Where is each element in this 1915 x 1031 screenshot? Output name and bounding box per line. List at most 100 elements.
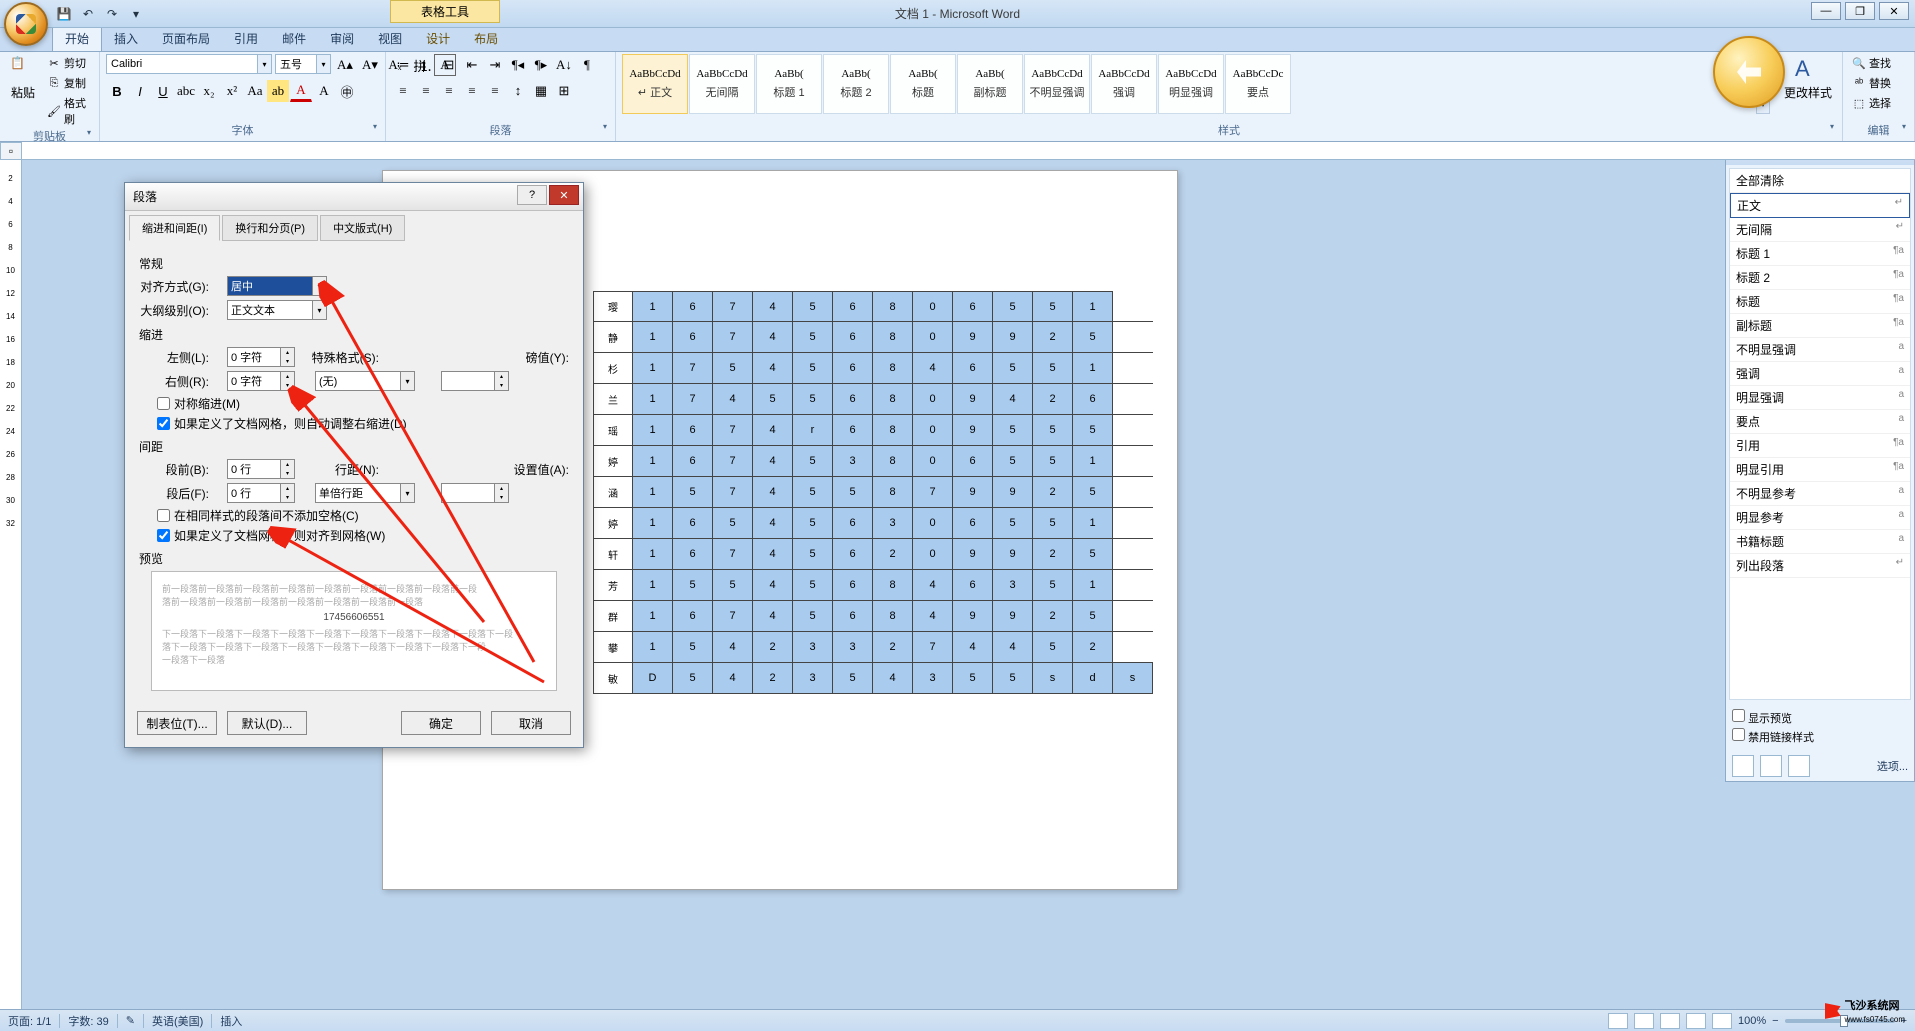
outline-level-combo[interactable]: ▾ (227, 300, 327, 320)
table-row[interactable]: 婷167453806551 (593, 446, 1153, 477)
sort-button[interactable]: A↓ (553, 54, 575, 76)
assistant-orb-icon[interactable] (1713, 36, 1785, 108)
strikethrough-button[interactable]: abc (175, 80, 197, 102)
full-screen-view-button[interactable] (1634, 1013, 1654, 1029)
style-list-item[interactable]: 全部清除 (1730, 169, 1910, 193)
style-list-item[interactable]: 引用¶a (1730, 434, 1910, 458)
chevron-down-icon[interactable]: ▾ (401, 483, 415, 503)
status-word-count[interactable]: 字数: 39 (68, 1013, 108, 1029)
style-list-item[interactable]: 明显强调a (1730, 386, 1910, 410)
table-row[interactable]: 瑶1674r6809555 (593, 415, 1153, 446)
outline-view-button[interactable] (1686, 1013, 1706, 1029)
table-row[interactable]: 敏D542354355sds (593, 663, 1153, 694)
chevron-down-icon[interactable]: ▾ (313, 276, 327, 296)
set-default-button[interactable]: 默认(D)... (227, 711, 307, 735)
style-gallery-item[interactable]: AaBbCcDd无间隔 (689, 54, 755, 114)
grow-font-button[interactable]: A▴ (334, 54, 356, 76)
font-group-label[interactable]: 字体 (106, 122, 379, 139)
character-shading-button[interactable]: A (313, 80, 335, 102)
office-button[interactable] (4, 2, 48, 46)
style-list-item[interactable]: 正文↵ (1730, 193, 1910, 218)
editing-group-label[interactable]: 编辑 (1849, 122, 1908, 139)
ribbon-tab-4[interactable]: 邮件 (270, 26, 318, 51)
superscript-button[interactable]: x² (221, 80, 243, 102)
qat-save-icon[interactable]: 💾 (54, 4, 74, 24)
style-inspector-button[interactable] (1760, 755, 1782, 777)
table-row[interactable]: 轩167456209925 (593, 539, 1153, 570)
styles-group-label[interactable]: 样式 (622, 122, 1836, 139)
line-spacing-button[interactable]: ↕ (507, 80, 529, 102)
chevron-down-icon[interactable]: ▾ (317, 54, 331, 74)
style-list-item[interactable]: 标题 2¶a (1730, 266, 1910, 290)
style-list-item[interactable]: 明显引用¶a (1730, 458, 1910, 482)
style-list-item[interactable]: 列出段落↵ (1730, 554, 1910, 578)
table-row[interactable]: 兰174556809426 (593, 384, 1153, 415)
table-row[interactable]: 婷165456306551 (593, 508, 1153, 539)
increase-indent-button[interactable]: ⇥ (484, 54, 506, 76)
dialog-close-button[interactable]: ✕ (549, 185, 579, 205)
zoom-in-button[interactable]: + (1901, 1015, 1907, 1027)
underline-button[interactable]: U (152, 80, 174, 102)
align-left-button[interactable]: ≡ (392, 80, 414, 102)
space-after-spinner[interactable]: ▴▾ (227, 483, 295, 503)
borders-button[interactable]: ⊞ (553, 80, 575, 102)
ribbon-tab-3[interactable]: 引用 (222, 26, 270, 51)
special-format-combo[interactable]: ▾ (315, 371, 415, 391)
styles-pane-dropdown[interactable]: ▾ (1824, 160, 1830, 161)
paste-button[interactable]: 📋 粘贴 (6, 54, 40, 103)
ribbon-tab-0[interactable]: 开始 (52, 25, 102, 51)
style-list-item[interactable]: 无间隔↵ (1730, 218, 1910, 242)
draft-view-button[interactable] (1712, 1013, 1732, 1029)
style-list-item[interactable]: 标题¶a (1730, 290, 1910, 314)
style-gallery-item[interactable]: AaBbCcDd明显强调 (1158, 54, 1224, 114)
restore-button[interactable]: ❐ (1845, 2, 1875, 20)
align-right-button[interactable]: ≡ (438, 80, 460, 102)
ribbon-tab-1[interactable]: 插入 (102, 26, 150, 51)
document-table[interactable]: 璎167456806551静167456809925杉175456846551兰… (593, 291, 1153, 694)
zoom-level[interactable]: 100% (1738, 1015, 1766, 1027)
multilevel-list-button[interactable]: ⊟ (438, 54, 460, 76)
font-size-combo[interactable]: ▾ (275, 54, 331, 74)
status-language[interactable]: 英语(美国) (152, 1013, 203, 1029)
space-before-spinner[interactable]: ▴▾ (227, 459, 295, 479)
zoom-slider[interactable] (1785, 1019, 1895, 1023)
dialog-help-button[interactable]: ? (517, 185, 547, 205)
style-list-item[interactable]: 明显参考a (1730, 506, 1910, 530)
shrink-font-button[interactable]: A▾ (359, 54, 381, 76)
table-row[interactable]: 静167456809925 (593, 322, 1153, 353)
align-center-button[interactable]: ≡ (415, 80, 437, 102)
table-row[interactable]: 群167456849925 (593, 601, 1153, 632)
ribbon-tab-5[interactable]: 审阅 (318, 26, 366, 51)
ribbon-tab-8[interactable]: 布局 (462, 26, 510, 51)
disable-linked-checkbox[interactable]: 禁用链接样式 (1732, 728, 1908, 745)
proofing-icon[interactable]: ✎ (126, 1014, 135, 1027)
cut-button[interactable]: ✂剪切 (44, 54, 93, 72)
enclose-characters-button[interactable]: ㊥ (336, 80, 358, 102)
indent-left-spinner[interactable]: ▴▾ (227, 347, 295, 367)
subscript-button[interactable]: x₂ (198, 80, 220, 102)
cancel-button[interactable]: 取消 (491, 711, 571, 735)
table-row[interactable]: 杉175456846551 (593, 353, 1153, 384)
format-painter-button[interactable]: 🖌格式刷 (44, 94, 93, 128)
style-list-item[interactable]: 不明显参考a (1730, 482, 1910, 506)
change-case-button[interactable]: Aa (244, 80, 266, 102)
rtl-button[interactable]: ¶▸ (530, 54, 552, 76)
paragraph-group-label[interactable]: 段落 (392, 122, 609, 139)
style-list-item[interactable]: 要点a (1730, 410, 1910, 434)
style-gallery-item[interactable]: AaBbCcDd强调 (1091, 54, 1157, 114)
ruler-corner[interactable]: ▫ (0, 142, 22, 160)
table-row[interactable]: 涵157455879925 (593, 477, 1153, 508)
bold-button[interactable]: B (106, 80, 128, 102)
at-value-spinner[interactable]: ▴▾ (441, 483, 509, 503)
new-style-button[interactable] (1732, 755, 1754, 777)
table-row[interactable]: 芳155456846351 (593, 570, 1153, 601)
line-spacing-combo[interactable]: ▾ (315, 483, 415, 503)
font-color-button[interactable]: A (290, 80, 312, 102)
highlight-button[interactable]: ab (267, 80, 289, 102)
numbering-button[interactable]: ⒈ (415, 54, 437, 76)
vertical-ruler[interactable]: 2468101214161820222426283032 (0, 160, 22, 1009)
manage-styles-button[interactable] (1788, 755, 1810, 777)
web-layout-view-button[interactable] (1660, 1013, 1680, 1029)
close-button[interactable]: ✕ (1879, 2, 1909, 20)
style-gallery-item[interactable]: AaBb(副标题 (957, 54, 1023, 114)
